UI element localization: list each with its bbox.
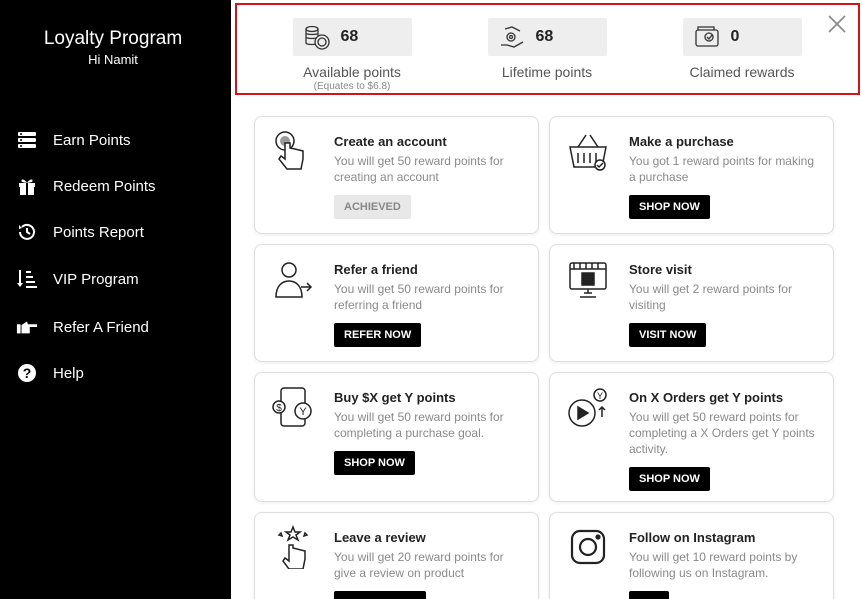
pointing-hand-icon <box>16 316 38 338</box>
sidebar-item-earn-points[interactable]: Earn Points <box>16 128 131 152</box>
card-title: On X Orders get Y points <box>629 390 784 405</box>
instagram-icon <box>566 525 610 569</box>
sidebar-item-refer-a-friend[interactable]: Refer A Friend <box>16 315 149 339</box>
card-description: You will get 50 reward points for creati… <box>334 154 504 184</box>
achieved-badge: ACHIEVED <box>334 195 411 219</box>
question-icon: ? <box>16 362 38 384</box>
available-points-note: (Equates to $6.8) <box>313 81 391 92</box>
shop-now-button[interactable]: SHOP NOW <box>334 451 415 475</box>
sidebar-item-redeem-points[interactable]: Redeem Points <box>16 174 156 198</box>
svg-text:Y: Y <box>597 391 603 401</box>
sidebar-item-label: Refer A Friend <box>53 318 149 336</box>
storefront-icon <box>566 257 610 301</box>
card-store-visit: Store visit You will get 2 reward points… <box>549 244 834 362</box>
claimed-rewards-value: 0 <box>730 28 740 45</box>
claimed-rewards-box: 0 <box>682 18 802 56</box>
user-arrow-icon <box>271 257 315 301</box>
card-buy-x-get-y: $ Y Buy $X get Y points You will get 50 r… <box>254 372 539 502</box>
card-create-account: Create an account You will get 50 reward… <box>254 116 539 234</box>
card-title: Buy $X get Y points <box>334 390 456 405</box>
card-title: Refer a friend <box>334 262 418 277</box>
review-button[interactable] <box>334 591 426 599</box>
lifetime-points-value: 68 <box>535 28 554 45</box>
card-make-purchase: Make a purchase You got 1 reward points … <box>549 116 834 234</box>
card-title: Follow on Instagram <box>629 530 756 545</box>
sidebar-item-vip-program[interactable]: VIP Program <box>16 267 139 291</box>
points-summary: 68 Available points (Equates to $6.8) 68… <box>235 3 860 95</box>
sidebar-item-help[interactable]: ? Help <box>16 361 84 385</box>
lifetime-points-label: Lifetime points <box>501 64 593 80</box>
available-points-label: Available points <box>303 64 401 80</box>
sidebar-item-label: Earn Points <box>53 131 131 149</box>
available-points-stat: 68 Available points (Equates to $6.8) <box>272 5 432 92</box>
card-refer-friend: Refer a friend You will get 50 reward po… <box>254 244 539 362</box>
hand-coin-icon <box>498 23 526 51</box>
card-description: You got 1 reward points for making a pur… <box>629 154 814 184</box>
sidebar-item-points-report[interactable]: Points Report <box>16 220 144 244</box>
card-description: You will get 50 reward points for referr… <box>334 282 504 312</box>
phone-dollar-icon: $ Y <box>271 385 315 429</box>
card-description: You will get 10 reward points by followi… <box>629 550 798 580</box>
coins-icon <box>303 23 331 51</box>
card-description: You will get 50 reward points for comple… <box>629 410 815 456</box>
earn-points-icon <box>16 129 38 151</box>
orders-play-icon: Y <box>566 385 610 429</box>
claimed-rewards-label: Claimed rewards <box>689 64 795 80</box>
svg-text:?: ? <box>23 365 32 381</box>
sidebar-item-label: Redeem Points <box>53 177 156 195</box>
sort-list-icon <box>16 268 38 290</box>
follow-button[interactable] <box>629 591 669 599</box>
card-title: Store visit <box>629 262 692 277</box>
claimed-rewards-stat: 0 Claimed rewards <box>662 5 822 80</box>
card-description: You will get 50 reward points for comple… <box>334 410 504 440</box>
greeting: Hi Namit <box>88 52 138 67</box>
sidebar: Loyalty Program Hi Namit Earn Points Red… <box>0 0 231 599</box>
shopping-basket-icon <box>566 129 610 173</box>
card-description: You will get 2 reward points for visitin… <box>629 282 792 312</box>
available-points-box: 68 <box>292 18 412 56</box>
history-icon <box>16 221 38 243</box>
shop-now-button[interactable]: SHOP NOW <box>629 467 710 491</box>
card-title: Create an account <box>334 134 447 149</box>
card-x-orders-get-y: Y On X Orders get Y points You will get … <box>549 372 834 502</box>
sidebar-item-label: Points Report <box>53 223 144 241</box>
sidebar-item-label: Help <box>53 364 84 382</box>
refer-now-button[interactable]: REFER NOW <box>334 323 422 347</box>
svg-text:Y: Y <box>299 406 307 418</box>
tap-finger-icon <box>271 129 315 173</box>
sidebar-item-label: VIP Program <box>53 270 139 288</box>
card-leave-review: Leave a review You will get 20 reward po… <box>254 512 539 599</box>
lifetime-points-box: 68 <box>487 18 607 56</box>
close-icon[interactable] <box>826 13 848 35</box>
wallet-icon <box>693 23 721 51</box>
card-title: Make a purchase <box>629 134 734 149</box>
review-stars-icon <box>271 524 315 570</box>
card-follow-instagram: Follow on Instagram You will get 10 rewa… <box>549 512 834 599</box>
card-description: You will get 20 reward points for give a… <box>334 550 504 580</box>
gift-icon <box>16 175 38 197</box>
available-points-value: 68 <box>340 28 359 45</box>
svg-text:$: $ <box>276 403 282 414</box>
card-title: Leave a review <box>334 530 426 545</box>
sidebar-title: Loyalty Program <box>43 28 183 49</box>
lifetime-points-stat: 68 Lifetime points <box>467 5 627 80</box>
visit-now-button[interactable]: VISIT NOW <box>629 323 707 347</box>
shop-now-button[interactable]: SHOP NOW <box>629 195 710 219</box>
